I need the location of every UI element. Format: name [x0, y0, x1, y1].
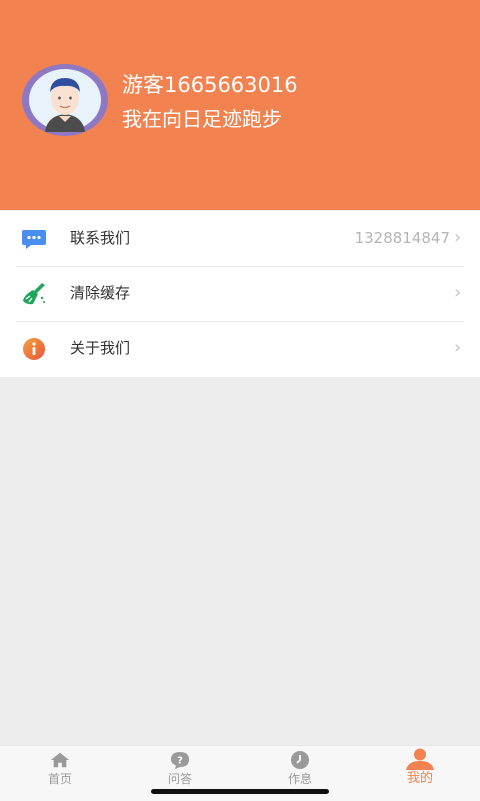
person-icon	[404, 747, 436, 771]
tab-mine[interactable]: 我的	[360, 746, 480, 801]
svg-text:?: ?	[177, 755, 183, 766]
avatar-illustration	[29, 69, 101, 132]
tab-label: 我的	[406, 771, 433, 786]
question-icon: ?	[170, 750, 190, 770]
home-indicator[interactable]	[151, 789, 329, 794]
menu-item-label: 关于我们	[70, 339, 131, 357]
clock-icon	[290, 750, 310, 770]
tab-label: 作息	[287, 772, 312, 786]
profile-subtitle: 我在向日足迹跑步	[122, 107, 282, 131]
menu-item-about-us[interactable]: 关于我们 ›	[0, 321, 480, 376]
contact-number: 1328814847	[354, 229, 450, 247]
tab-label: 首页	[47, 772, 72, 786]
tab-label: 问答	[167, 772, 192, 786]
home-icon	[50, 750, 70, 770]
menu-item-contact-us[interactable]: 联系我们 1328814847 ›	[0, 211, 480, 266]
settings-menu: 联系我们 1328814847 › 清除缓存 › 关于我们 ›	[0, 211, 480, 377]
profile-header: 游客1665663016 我在向日足迹跑步	[0, 0, 480, 210]
chat-bubble-icon	[21, 227, 47, 251]
menu-item-label: 清除缓存	[70, 284, 131, 302]
menu-item-clear-cache[interactable]: 清除缓存 ›	[0, 266, 480, 321]
chevron-right-icon: ›	[454, 227, 462, 248]
chevron-right-icon: ›	[454, 282, 462, 303]
avatar[interactable]	[22, 64, 108, 136]
menu-item-label: 联系我们	[70, 229, 131, 247]
broom-icon	[21, 282, 47, 306]
tab-home[interactable]: 首页	[0, 746, 120, 801]
chevron-right-icon: ›	[454, 337, 462, 358]
info-icon	[21, 337, 47, 361]
username: 游客1665663016	[122, 73, 298, 97]
